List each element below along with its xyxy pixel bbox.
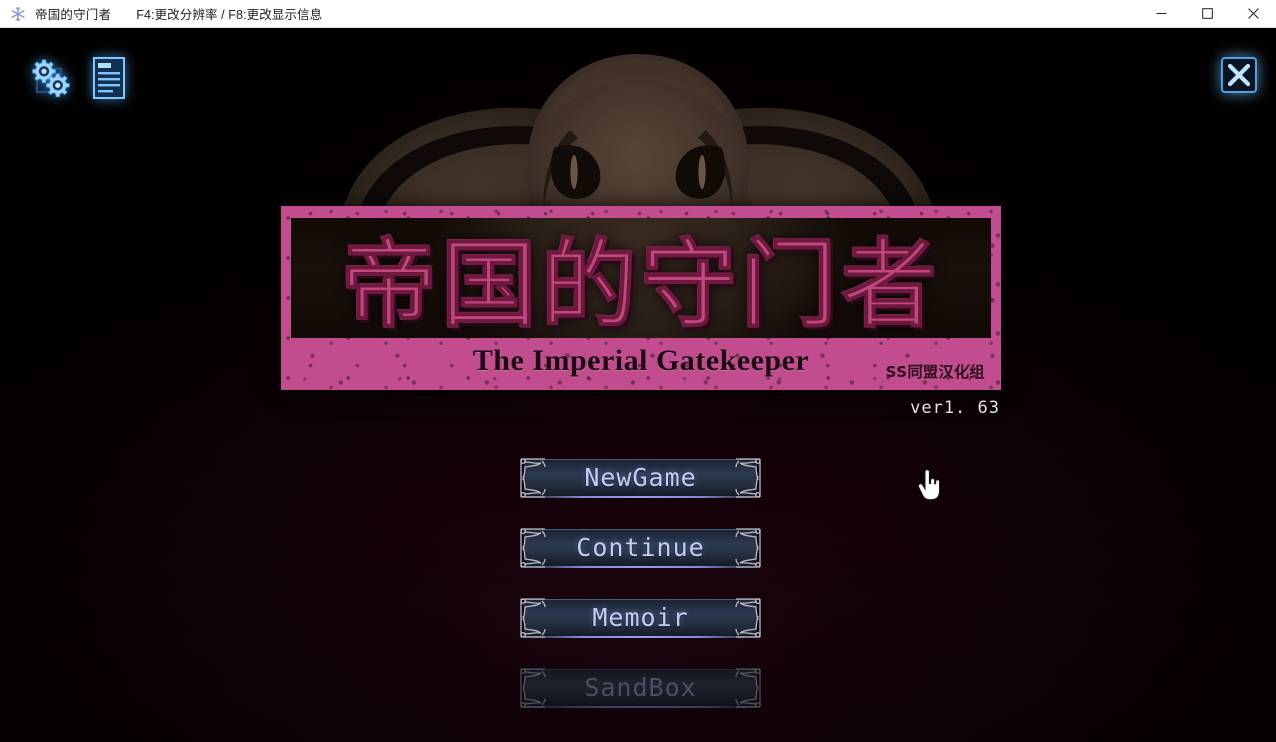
menu-button-newgame[interactable]: NewGame (516, 454, 765, 502)
window-title-bar: 帝国的守门者 F4:更改分辨率 / F8:更改显示信息 (0, 0, 1276, 28)
logo-translation-credit: SS同盟汉化组 (885, 362, 985, 381)
menu-button-label: SandBox (584, 673, 697, 702)
menu-button-continue[interactable]: Continue (516, 524, 765, 572)
game-close-button[interactable] (1220, 56, 1258, 94)
game-viewport: 帝国的守门者 The Imperial Gatekeeper SS同盟汉化组 v… (0, 28, 1276, 742)
minimize-icon (1156, 13, 1166, 14)
window-title: 帝国的守门者 (35, 8, 112, 22)
close-button[interactable] (1230, 0, 1276, 28)
menu-button-label: NewGame (584, 463, 697, 492)
logo-inner-panel: 帝国的守门者 (291, 218, 991, 338)
game-toolbar (28, 56, 136, 102)
menu-button-label: Continue (576, 533, 705, 562)
mouse-cursor-pointing-hand (917, 469, 940, 501)
app-icon (10, 6, 26, 22)
document-list-icon[interactable] (92, 56, 136, 102)
game-logo: 帝国的守门者 The Imperial Gatekeeper SS同盟汉化组 (281, 206, 1001, 390)
settings-gears-icon[interactable] (28, 56, 72, 102)
close-icon (1247, 8, 1259, 19)
logo-title-cn: 帝国的守门者 (341, 228, 941, 338)
main-menu: NewGame Continue Memoir SandBox (516, 454, 765, 712)
maximize-icon (1201, 8, 1213, 19)
resolution-hint-text: F4:更改分辨率 / F8:更改显示信息 (136, 8, 323, 22)
menu-button-sandbox[interactable]: SandBox (516, 664, 765, 712)
window-controls (1138, 0, 1276, 28)
menu-button-memoir[interactable]: Memoir (516, 594, 765, 642)
version-label: ver1. 63 (910, 398, 1000, 418)
menu-button-label: Memoir (592, 603, 689, 632)
minimize-button[interactable] (1138, 0, 1184, 28)
maximize-button[interactable] (1184, 0, 1230, 28)
